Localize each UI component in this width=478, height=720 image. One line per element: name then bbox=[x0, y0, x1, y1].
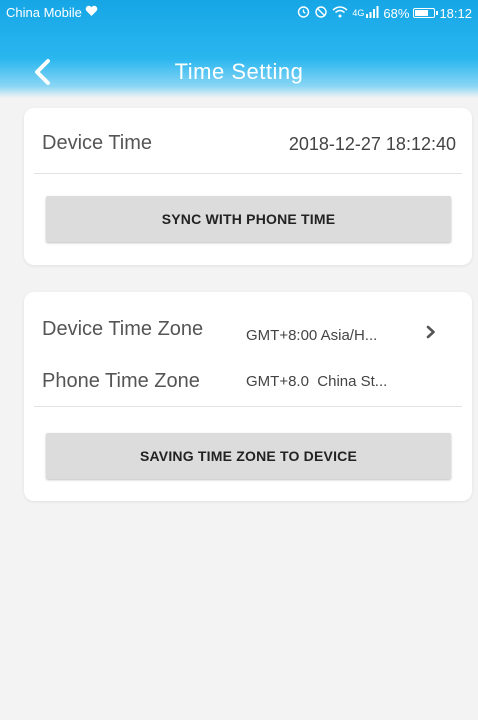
nav-bar: Time Setting bbox=[0, 48, 478, 94]
alarm-icon bbox=[297, 5, 310, 21]
time-zone-card: Device Time Zone GMT+8:00 Asia/H... Phon… bbox=[24, 292, 472, 501]
status-icons: 4G 68% 18:12 bbox=[297, 5, 472, 21]
battery-percent: 68% bbox=[383, 5, 410, 21]
device-time-zone-row[interactable]: Device Time Zone GMT+8:00 Asia/H... bbox=[24, 302, 472, 358]
phone-time-zone-label: Phone Time Zone bbox=[42, 370, 200, 392]
clock: 18:12 bbox=[439, 5, 472, 21]
carrier-name: China Mobile bbox=[6, 5, 82, 20]
device-time-zone-label: Device Time Zone bbox=[42, 318, 204, 340]
device-time-value: 2018-12-27 18:12:40 bbox=[288, 134, 456, 154]
save-time-zone-button[interactable]: SAVING TIME ZONE TO DEVICE bbox=[46, 433, 451, 479]
divider bbox=[34, 173, 462, 174]
chevron-right-icon bbox=[425, 324, 437, 345]
status-bar: China Mobile 4G 68% 18:12 bbox=[0, 0, 478, 26]
battery-icon bbox=[413, 8, 439, 18]
app-header: China Mobile 4G 68% 18:12 Time Setting bbox=[0, 0, 478, 98]
device-time-label: Device Time bbox=[42, 132, 153, 154]
mute-icon bbox=[314, 5, 328, 21]
carrier-group: China Mobile bbox=[6, 5, 98, 20]
sync-phone-time-button[interactable]: SYNC WITH PHONE TIME bbox=[46, 196, 451, 242]
divider bbox=[34, 406, 462, 407]
page-title: Time Setting bbox=[174, 59, 304, 84]
heart-icon bbox=[85, 5, 98, 20]
signal-label: 4G bbox=[352, 8, 365, 18]
device-time-zone-value: GMT+8:00 Asia/H... bbox=[246, 327, 378, 344]
device-time-card: Device Time 2018-12-27 18:12:40 SYNC WIT… bbox=[24, 108, 472, 265]
wifi-icon bbox=[332, 5, 348, 21]
signal-icon bbox=[365, 5, 379, 21]
phone-time-zone-value: GMT+8.0 China St... bbox=[246, 373, 388, 390]
